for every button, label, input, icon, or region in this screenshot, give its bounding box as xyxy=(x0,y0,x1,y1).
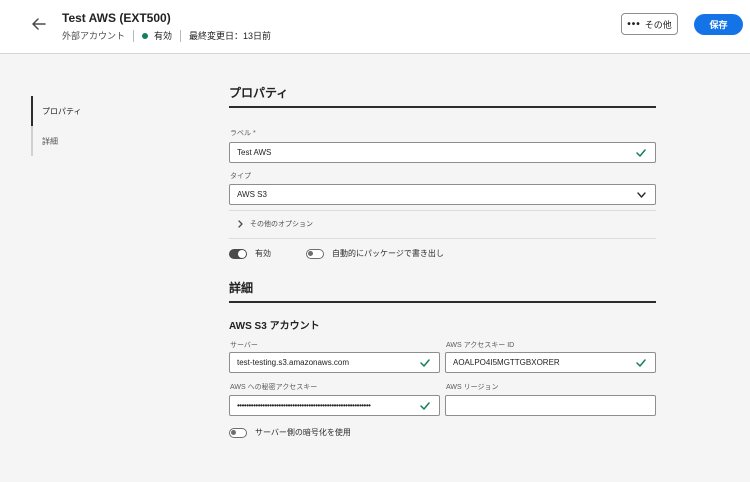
meta-divider xyxy=(133,29,135,42)
label-input-value: Test AWS xyxy=(237,148,272,157)
auto-export-toggle-row: 自動的にパッケージで書き出し xyxy=(306,248,444,259)
side-nav: プロパティ 詳細 xyxy=(31,96,181,156)
region-label: AWS リージョン xyxy=(446,384,499,391)
chevron-right-icon xyxy=(238,220,243,228)
server-input[interactable]: test-testing.s3.amazonaws.com xyxy=(229,352,440,373)
required-mark: * xyxy=(253,130,256,137)
access-key-id-label: AWS アクセスキー ID xyxy=(446,342,515,349)
details-section-title: 詳細 xyxy=(229,281,254,295)
secret-key-input[interactable]: ••••••••••••••••••••••••••••••••••••••••… xyxy=(229,395,440,416)
enabled-toggle-label: 有効 xyxy=(255,249,271,258)
sidenav-item-details[interactable]: 詳細 xyxy=(31,126,181,156)
more-button[interactable]: ••• その他 xyxy=(621,13,678,35)
server-field-label: サーバー xyxy=(230,342,258,349)
type-select[interactable]: AWS S3 xyxy=(229,184,656,205)
sidenav-item-properties[interactable]: プロパティ xyxy=(31,96,181,126)
access-key-id-input[interactable]: AOALPO4I5MGTTGBXORER xyxy=(445,352,656,373)
section-rule xyxy=(229,106,656,108)
aws-s3-account-title: AWS S3 アカウント xyxy=(229,321,320,332)
status-badge: 有効 xyxy=(154,31,173,41)
more-button-label: その他 xyxy=(644,19,672,30)
divider xyxy=(229,210,656,211)
encryption-toggle-label: サーバー側の暗号化を使用 xyxy=(255,428,351,437)
label-input[interactable]: Test AWS xyxy=(229,142,656,163)
secret-key-value: ••••••••••••••••••••••••••••••••••••••••… xyxy=(237,401,371,410)
auto-export-toggle-label: 自動的にパッケージで書き出し xyxy=(332,249,444,258)
section-rule xyxy=(229,301,656,303)
page-meta: 外部アカウント 有効 最終変更日： 13日前 xyxy=(62,29,271,42)
properties-section-title: プロパティ xyxy=(229,86,289,100)
more-dots-icon: ••• xyxy=(627,18,641,30)
enabled-toggle-row: 有効 xyxy=(229,248,271,259)
label-field-label: ラベル * xyxy=(230,128,256,138)
account-type: 外部アカウント xyxy=(62,31,126,41)
meta-divider xyxy=(180,29,182,42)
checkmark-icon xyxy=(633,358,649,367)
divider xyxy=(229,238,656,239)
checkmark-icon xyxy=(633,148,649,157)
auto-export-toggle[interactable] xyxy=(306,248,324,259)
server-input-value: test-testing.s3.amazonaws.com xyxy=(237,358,350,367)
page-title: Test AWS (EXT500) xyxy=(62,11,171,25)
status-dot-icon xyxy=(142,32,149,39)
more-options-label: その他のオプション xyxy=(250,221,313,228)
back-button[interactable] xyxy=(28,13,50,35)
save-button[interactable]: 保存 xyxy=(694,14,743,35)
access-key-id-value: AOALPO4I5MGTTGBXORER xyxy=(453,358,560,367)
secret-key-label: AWS への秘密アクセスキー xyxy=(230,384,318,391)
page-header: Test AWS (EXT500) 外部アカウント 有効 最終変更日： 13日前… xyxy=(0,0,750,54)
type-select-value: AWS S3 xyxy=(237,190,267,199)
last-modified-value: 13日前 xyxy=(243,31,272,41)
last-modified-label: 最終変更日： xyxy=(189,31,244,41)
chevron-down-icon xyxy=(633,191,649,198)
type-field-label: タイプ xyxy=(230,173,251,180)
region-input[interactable] xyxy=(445,395,656,416)
label-field-label-text: ラベル xyxy=(230,130,251,137)
arrow-left-icon xyxy=(32,18,46,30)
encryption-toggle[interactable] xyxy=(229,427,247,438)
encryption-toggle-row: サーバー側の暗号化を使用 xyxy=(229,427,351,438)
enabled-toggle[interactable] xyxy=(229,248,247,259)
checkmark-icon xyxy=(417,401,433,410)
more-options-toggle[interactable]: その他のオプション xyxy=(238,219,313,229)
checkmark-icon xyxy=(417,358,433,367)
